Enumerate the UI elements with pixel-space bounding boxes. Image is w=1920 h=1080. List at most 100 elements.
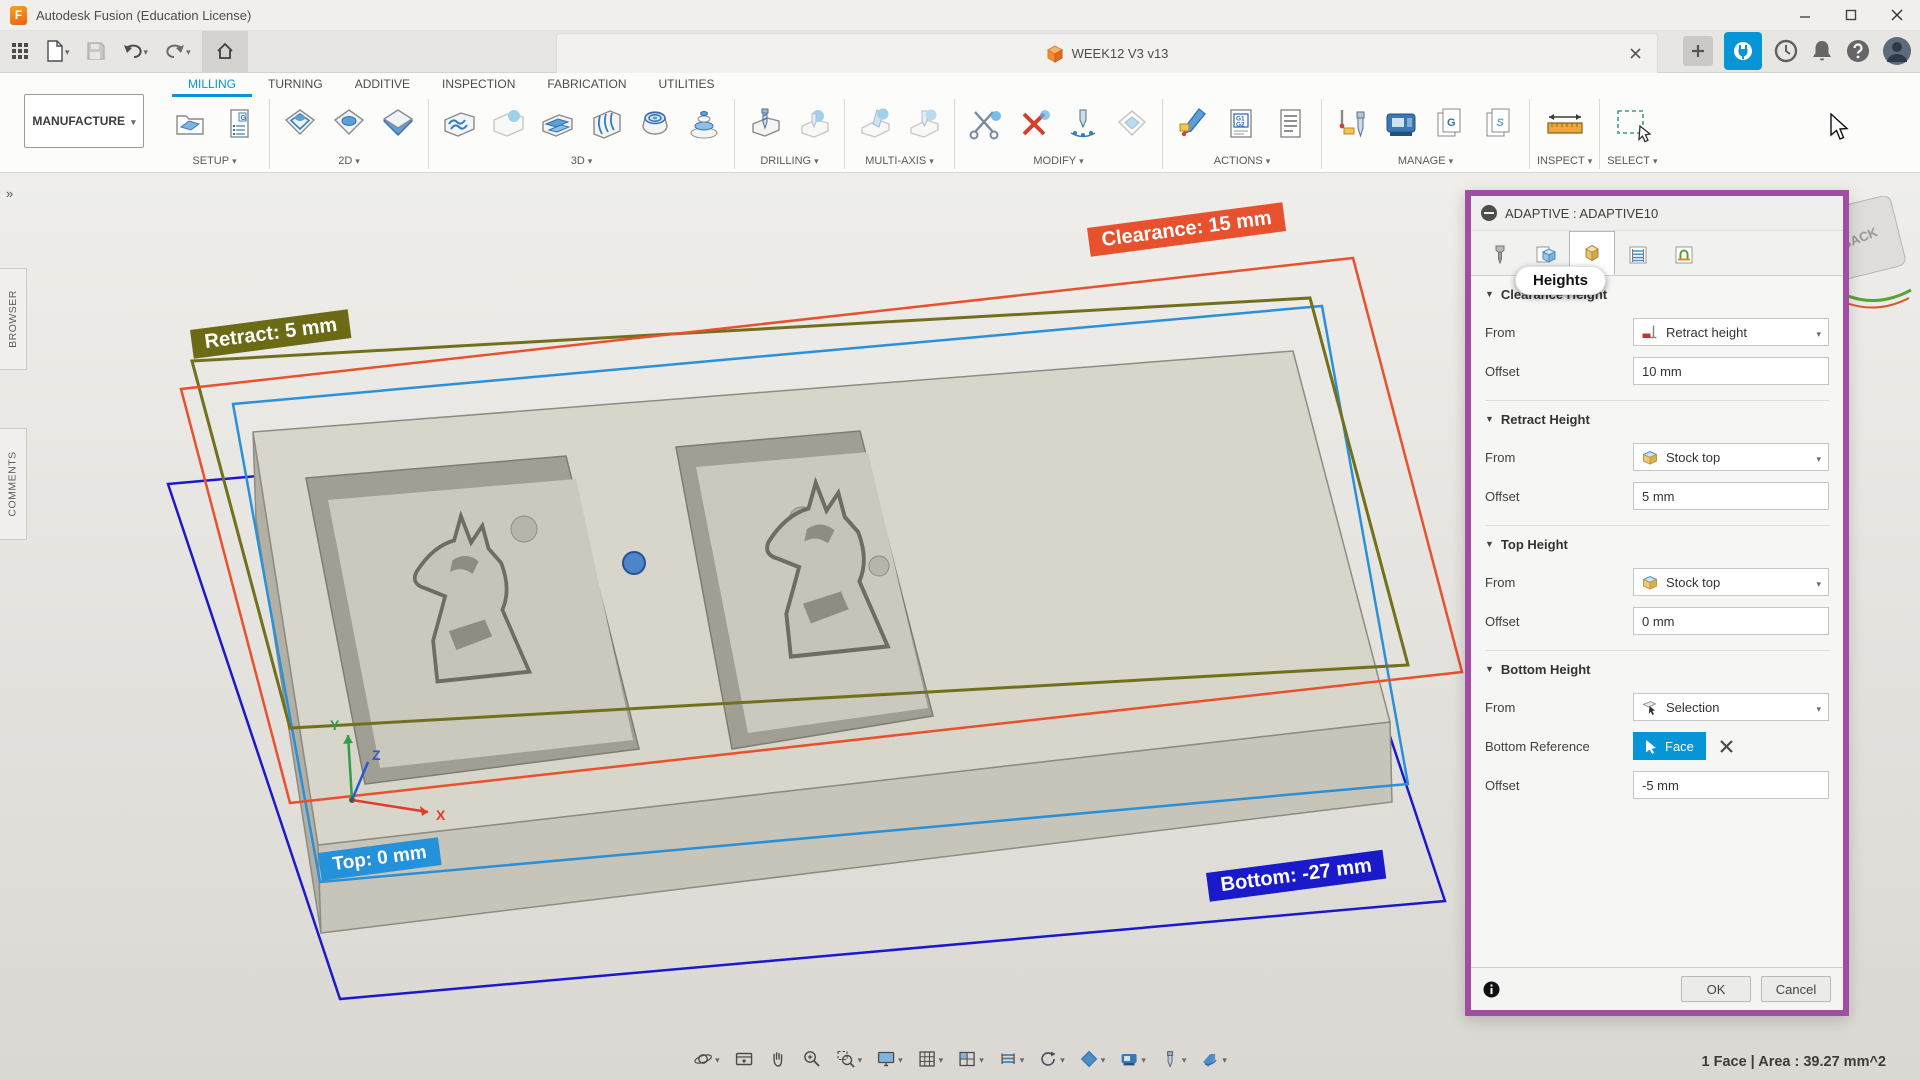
- section-header-retract[interactable]: ▼ Retract Height: [1485, 405, 1829, 433]
- transform-toolpath-button[interactable]: [1109, 99, 1155, 149]
- info-button[interactable]: [1483, 981, 1500, 998]
- display-settings-button[interactable]: [874, 1046, 905, 1072]
- tab-fabrication[interactable]: FABRICATION: [531, 72, 642, 97]
- bottom-offset-input[interactable]: [1633, 771, 1829, 799]
- collapse-dialog-icon[interactable]: [1481, 205, 1497, 221]
- pan-button[interactable]: [766, 1046, 790, 1072]
- post-library-button[interactable]: G: [1427, 99, 1473, 149]
- file-menu-button[interactable]: [40, 34, 75, 68]
- tab-utilities[interactable]: UTILITIES: [643, 72, 731, 97]
- dialog-header[interactable]: ADAPTIVE : ADAPTIVE10: [1471, 196, 1843, 231]
- tab-turning[interactable]: TURNING: [252, 72, 339, 97]
- drill-button[interactable]: [742, 99, 788, 149]
- expand-panels-button[interactable]: »: [6, 186, 13, 201]
- group-label-actions[interactable]: ACTIONS: [1214, 152, 1270, 169]
- group-label-inspect[interactable]: INSPECT: [1537, 152, 1592, 169]
- group-label-modify[interactable]: MODIFY: [1033, 152, 1083, 169]
- actions-setup-sheet-button[interactable]: [1268, 99, 1314, 149]
- new-document-tab-button[interactable]: [1683, 36, 1713, 66]
- home-view-button[interactable]: [202, 30, 248, 72]
- pocket-clearing-button[interactable]: [485, 99, 531, 149]
- sidebar-item-browser[interactable]: BROWSER: [0, 268, 27, 370]
- face-button[interactable]: [375, 99, 421, 149]
- tab-additive[interactable]: ADDITIVE: [339, 72, 426, 97]
- retract-from-dropdown[interactable]: Stock top: [1633, 443, 1829, 471]
- 2d-pocket-button[interactable]: [326, 99, 372, 149]
- steep-and-shallow-button[interactable]: [534, 99, 580, 149]
- bottom-from-dropdown[interactable]: Selection: [1633, 693, 1829, 721]
- orbit-button[interactable]: [691, 1046, 722, 1072]
- workspace-selector-button[interactable]: MANUFACTURE: [24, 94, 144, 148]
- cancel-button[interactable]: Cancel: [1761, 976, 1831, 1002]
- post-process-button[interactable]: [1170, 99, 1216, 149]
- loop-button[interactable]: [1036, 1046, 1067, 1072]
- extensions-button[interactable]: [1724, 32, 1762, 70]
- tab-milling[interactable]: MILLING: [172, 72, 252, 97]
- clear-selection-button[interactable]: [1720, 740, 1733, 753]
- help-button[interactable]: [1845, 38, 1871, 64]
- window-selection-button[interactable]: [1609, 99, 1655, 149]
- close-button[interactable]: [1874, 0, 1920, 30]
- top-offset-input[interactable]: [1633, 607, 1829, 635]
- new-setup-button[interactable]: [167, 99, 213, 149]
- machine-library-button[interactable]: [1378, 99, 1424, 149]
- tab-inspection[interactable]: INSPECTION: [426, 72, 531, 97]
- profile-avatar[interactable]: [1882, 36, 1912, 66]
- document-tab-close-button[interactable]: [1625, 43, 1645, 63]
- viewcube[interactable]: BACK: [1849, 196, 1920, 326]
- selected-point-handle[interactable]: [623, 552, 645, 574]
- measure-button[interactable]: [1542, 99, 1588, 149]
- maximize-button[interactable]: [1828, 0, 1874, 30]
- zoom-button[interactable]: [800, 1046, 824, 1072]
- window-zoom-button[interactable]: [834, 1046, 865, 1072]
- minimize-button[interactable]: [1782, 0, 1828, 30]
- save-button[interactable]: [81, 34, 111, 68]
- clearance-offset-input[interactable]: [1633, 357, 1829, 385]
- top-from-dropdown[interactable]: Stock top: [1633, 568, 1829, 596]
- steps-button[interactable]: [996, 1046, 1027, 1072]
- tab-passes[interactable]: [1615, 235, 1661, 275]
- document-tab[interactable]: WEEK12 V3 v13: [556, 33, 1658, 73]
- swarf-button[interactable]: [852, 99, 898, 149]
- tab-tool[interactable]: [1477, 235, 1523, 275]
- section-header-bottom[interactable]: ▼ Bottom Height: [1485, 655, 1829, 683]
- notifications-button[interactable]: [1810, 38, 1834, 64]
- redo-button[interactable]: [159, 34, 196, 68]
- retract-offset-input[interactable]: [1633, 482, 1829, 510]
- isolate-button[interactable]: [1077, 1046, 1108, 1072]
- clearance-from-dropdown[interactable]: Retract height: [1633, 318, 1829, 346]
- group-label-select[interactable]: SELECT: [1607, 152, 1657, 169]
- template-library-button[interactable]: S: [1476, 99, 1522, 149]
- look-at-button[interactable]: [732, 1046, 756, 1072]
- tool-library-button[interactable]: [1329, 99, 1375, 149]
- group-label-setup[interactable]: SETUP: [192, 152, 236, 169]
- group-label-manage[interactable]: MANAGE: [1398, 152, 1453, 169]
- toolpath-visibility-button[interactable]: [1198, 1046, 1229, 1072]
- tool-visibility-button[interactable]: [1158, 1046, 1189, 1072]
- nc-program-button[interactable]: G1 G2: [1219, 99, 1265, 149]
- app-launcher-button[interactable]: [6, 34, 34, 68]
- edit-passes-button[interactable]: [1060, 99, 1106, 149]
- adaptive-clearing-button[interactable]: [436, 99, 482, 149]
- bore-button[interactable]: [791, 99, 837, 149]
- group-label-drilling[interactable]: DRILLING: [760, 152, 818, 169]
- face-selection-chip[interactable]: Face: [1633, 732, 1706, 760]
- section-header-top[interactable]: ▼ Top Height: [1485, 530, 1829, 558]
- group-label-2d[interactable]: 2D: [338, 152, 360, 169]
- trim-toolpath-button[interactable]: [962, 99, 1008, 149]
- viewports-button[interactable]: [955, 1046, 986, 1072]
- group-label-3d[interactable]: 3D: [571, 152, 593, 169]
- multiaxis-contour-button[interactable]: [901, 99, 947, 149]
- ok-button[interactable]: OK: [1681, 976, 1751, 1002]
- sidebar-item-comments[interactable]: COMMENTS: [0, 428, 27, 540]
- scallop-button[interactable]: [632, 99, 678, 149]
- setup-sheet-button[interactable]: G: [216, 99, 262, 149]
- spiral-button[interactable]: [681, 99, 727, 149]
- undo-button[interactable]: [117, 34, 154, 68]
- parallel-button[interactable]: [583, 99, 629, 149]
- grid-settings-button[interactable]: [915, 1046, 946, 1072]
- delete-toolpath-button[interactable]: [1011, 99, 1057, 149]
- job-status-button[interactable]: [1773, 38, 1799, 64]
- group-label-multiaxis[interactable]: MULTI-AXIS: [865, 152, 933, 169]
- 2d-adaptive-button[interactable]: [277, 99, 323, 149]
